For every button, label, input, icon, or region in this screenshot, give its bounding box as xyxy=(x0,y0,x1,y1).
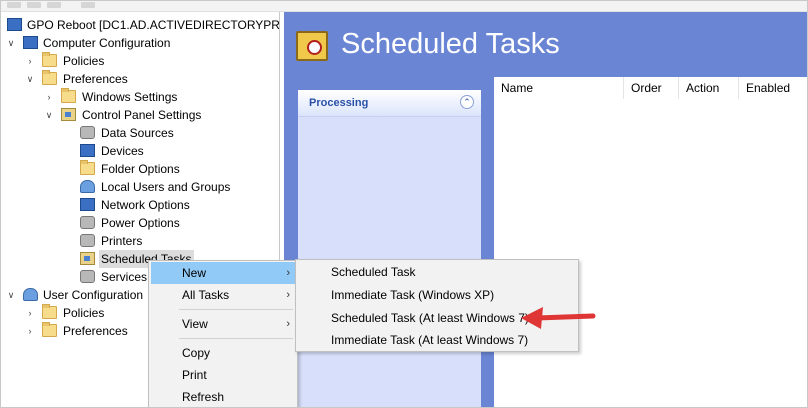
tree-root-label: GPO Reboot [DC1.AD.ACTIVEDIRECTORYPRO.CO xyxy=(27,18,280,32)
tree-item-printers[interactable]: Printers xyxy=(1,232,279,250)
tree-item-label: Preferences xyxy=(63,72,128,86)
folder-icon xyxy=(42,70,57,85)
chevron-right-icon[interactable]: › xyxy=(24,304,36,322)
chevron-right-icon[interactable]: › xyxy=(24,322,36,340)
submenu-arrow-icon: › xyxy=(286,289,290,301)
tree-root[interactable]: GPO Reboot [DC1.AD.ACTIVEDIRECTORYPRO.CO xyxy=(1,16,279,34)
tree-item-preferences[interactable]: ∨ Preferences xyxy=(1,70,279,88)
tree-item-label: Folder Options xyxy=(101,162,180,176)
menu-item-label: Immediate Task (Windows XP) xyxy=(331,288,495,302)
folder-options-icon xyxy=(80,160,95,175)
tree-item-label: Local Users and Groups xyxy=(101,180,231,194)
tree-item-label: Network Options xyxy=(101,198,190,212)
network-icon xyxy=(80,198,95,211)
tree-item-policies[interactable]: › Policies xyxy=(1,52,279,70)
scheduled-task-icon xyxy=(296,31,328,61)
menu-item-label: View xyxy=(182,317,208,331)
processing-panel: Processing ⌃ xyxy=(298,90,481,407)
task-list[interactable]: Name Order Action Enabled xyxy=(494,77,807,407)
user-icon xyxy=(23,288,38,301)
scheduled-task-icon xyxy=(80,252,95,265)
tree-item-devices[interactable]: Devices xyxy=(1,142,279,160)
chevron-down-icon[interactable]: ∨ xyxy=(43,106,55,124)
column-header-action[interactable]: Action xyxy=(679,77,739,99)
gpo-icon xyxy=(7,18,22,31)
column-header-enabled[interactable]: Enabled xyxy=(739,77,807,99)
submenu-arrow-icon: › xyxy=(286,318,290,330)
computer-icon xyxy=(23,36,38,49)
menu-item-all-tasks[interactable]: All Tasks › xyxy=(151,284,296,306)
folder-icon xyxy=(42,52,57,67)
menu-item-label: Immediate Task (At least Windows 7) xyxy=(331,333,529,347)
tree-item-computer-configuration[interactable]: ∨ Computer Configuration xyxy=(1,34,279,52)
tree-item-label: Preferences xyxy=(63,324,128,338)
submenu-item-immediate-task-xp[interactable]: Immediate Task (Windows XP) xyxy=(298,284,576,306)
data-sources-icon xyxy=(80,126,95,139)
menu-item-refresh[interactable]: Refresh xyxy=(151,386,296,407)
menu-item-new[interactable]: New › xyxy=(151,262,296,284)
annotation-arrow-icon xyxy=(521,307,596,329)
tree-item-data-sources[interactable]: Data Sources xyxy=(1,124,279,142)
menu-item-copy[interactable]: Copy xyxy=(151,342,296,364)
toolbar-icon[interactable] xyxy=(27,2,41,8)
folder-icon xyxy=(42,322,57,337)
tree-item-label: Computer Configuration xyxy=(43,36,171,50)
tree-item-label: Control Panel Settings xyxy=(82,108,202,122)
chevron-right-icon[interactable]: › xyxy=(24,52,36,70)
processing-header[interactable]: Processing ⌃ xyxy=(298,90,481,117)
tree-item-windows-settings[interactable]: › Windows Settings xyxy=(1,88,279,106)
tree-item-label: Printers xyxy=(101,234,143,248)
menu-item-label: Refresh xyxy=(182,390,225,404)
tree-item-label: User Configuration xyxy=(43,288,144,302)
chevron-down-icon[interactable]: ∨ xyxy=(5,286,17,304)
context-menu: New › All Tasks › View › Copy Print Refr… xyxy=(148,260,298,407)
column-header-order[interactable]: Order xyxy=(624,77,679,99)
chevron-down-icon[interactable]: ∨ xyxy=(24,70,36,88)
folder-icon xyxy=(61,88,76,103)
tree-item-network-options[interactable]: Network Options xyxy=(1,196,279,214)
menu-item-label: Print xyxy=(182,368,207,382)
chevron-right-icon[interactable]: › xyxy=(43,88,55,106)
control-panel-icon xyxy=(61,108,76,121)
users-icon xyxy=(80,180,95,193)
toolbar-icon[interactable] xyxy=(7,2,21,8)
mmc-window: GPO Reboot [DC1.AD.ACTIVEDIRECTORYPRO.CO… xyxy=(0,0,808,408)
toolbar-strip xyxy=(1,1,807,12)
tree-item-local-users-and-groups[interactable]: Local Users and Groups xyxy=(1,178,279,196)
tree-item-label: Policies xyxy=(63,54,105,68)
power-icon xyxy=(80,216,95,229)
tree-item-label: Devices xyxy=(101,144,144,158)
tree-item-label: Power Options xyxy=(101,216,180,230)
page-title: Scheduled Tasks xyxy=(341,28,560,60)
menu-item-label: New xyxy=(182,266,207,280)
folder-icon xyxy=(42,304,57,319)
tree-item-label: Data Sources xyxy=(101,126,174,140)
menu-item-label: All Tasks xyxy=(182,288,230,302)
tree-item-control-panel-settings[interactable]: ∨ Control Panel Settings xyxy=(1,106,279,124)
submenu-item-immediate-task-win7[interactable]: Immediate Task (At least Windows 7) xyxy=(298,329,576,351)
printer-icon xyxy=(80,234,95,247)
services-icon xyxy=(80,270,95,283)
devices-icon xyxy=(80,144,95,157)
tree-item-label: Services xyxy=(101,270,148,284)
chevron-down-icon[interactable]: ∨ xyxy=(5,34,17,52)
tree-item-label: Policies xyxy=(63,306,105,320)
menu-item-label: Copy xyxy=(182,346,211,360)
tree-item-folder-options[interactable]: Folder Options xyxy=(1,160,279,178)
toolbar-icon[interactable] xyxy=(47,2,61,8)
menu-item-view[interactable]: View › xyxy=(151,313,296,335)
tree-item-label: Windows Settings xyxy=(82,90,178,104)
menu-item-label: Scheduled Task xyxy=(331,265,416,279)
menu-item-label: Scheduled Task (At least Windows 7) xyxy=(331,311,529,325)
submenu-arrow-icon: › xyxy=(286,267,290,279)
submenu-item-scheduled-task[interactable]: Scheduled Task xyxy=(298,261,576,283)
menu-item-print[interactable]: Print xyxy=(151,364,296,386)
menu-separator xyxy=(179,338,293,339)
column-header-name[interactable]: Name xyxy=(494,77,624,99)
processing-label: Processing xyxy=(309,97,369,109)
collapse-icon[interactable]: ⌃ xyxy=(460,95,474,109)
tree-item-power-options[interactable]: Power Options xyxy=(1,214,279,232)
toolbar-icon[interactable] xyxy=(81,2,95,8)
menu-separator xyxy=(179,309,293,310)
